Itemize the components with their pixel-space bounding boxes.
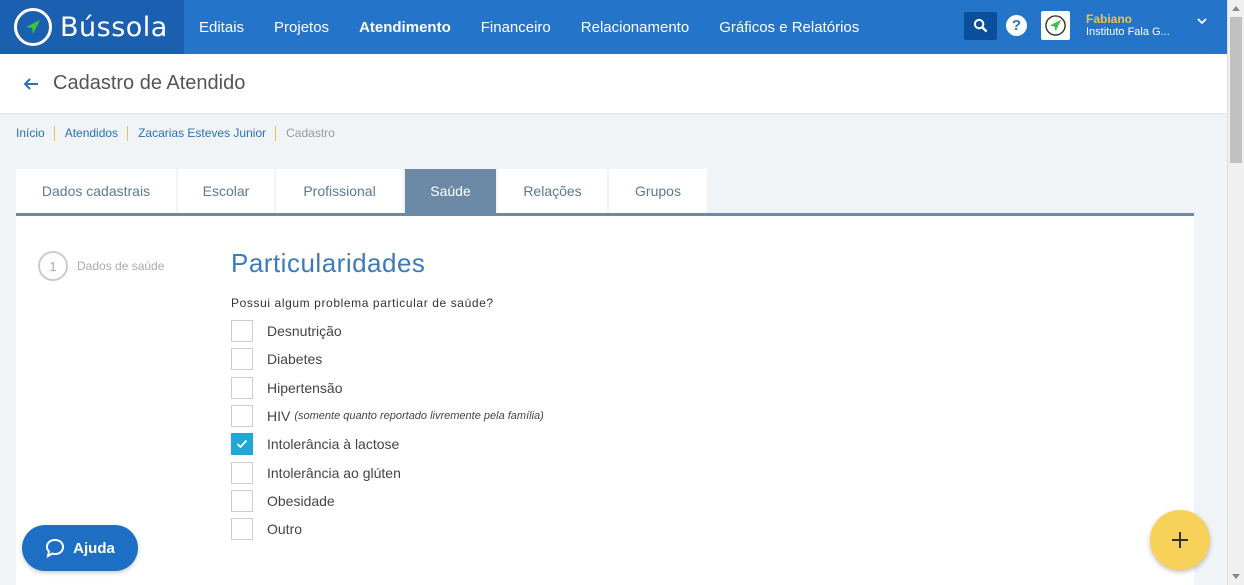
breadcrumb-current: Cadastro	[286, 126, 335, 140]
option-label: Diabetes	[267, 351, 323, 368]
checkbox[interactable]	[231, 489, 253, 512]
tab-saude[interactable]: Saúde	[405, 169, 496, 213]
checkbox[interactable]	[231, 518, 253, 541]
step-indicator[interactable]: 1 Dados de saúde	[38, 251, 164, 281]
content-panel: 1 Dados de saúde Particularidades Possui…	[16, 213, 1194, 585]
checkbox[interactable]	[231, 320, 253, 343]
option-hiv[interactable]: HIV (somente quanto reportado livremente…	[231, 402, 544, 430]
nav-right-group: ? Fabiano Instituto Fala G...	[964, 11, 1207, 40]
option-desnutricao[interactable]: Desnutrição	[231, 317, 544, 345]
checkmark-icon	[236, 440, 248, 449]
checkbox[interactable]	[231, 376, 253, 399]
breadcrumb-atendidos[interactable]: Atendidos	[65, 126, 129, 141]
tab-bar: Dados cadastrais Escolar Profissional Sa…	[16, 169, 709, 213]
chevron-down-icon[interactable]	[1197, 17, 1207, 25]
user-name: Fabiano	[1086, 11, 1133, 26]
search-icon	[973, 18, 988, 33]
option-hipertensao[interactable]: Hipertensão	[231, 374, 544, 402]
nav-item-relacionamento[interactable]: Relacionamento	[566, 0, 704, 54]
checkbox[interactable]	[231, 348, 253, 371]
option-label: Intolerância à lactose	[267, 436, 400, 453]
app-name: Bússola	[60, 11, 168, 43]
help-chat-label: Ajuda	[73, 539, 115, 557]
user-menu[interactable]: Fabiano Instituto Fala G...	[1086, 11, 1170, 39]
compass-icon	[14, 8, 52, 46]
checkbox-checked[interactable]	[231, 433, 253, 456]
nav-item-financeiro[interactable]: Financeiro	[466, 0, 566, 54]
option-label: Outro	[267, 521, 303, 538]
step-number: 1	[38, 251, 68, 281]
option-label: Intolerância ao glúten	[267, 464, 401, 481]
main-nav: Editais Projetos Atendimento Financeiro …	[184, 0, 874, 54]
app-logo[interactable]: Bússola	[0, 0, 184, 54]
avatar[interactable]	[1041, 11, 1070, 40]
vertical-scrollbar[interactable]	[1227, 0, 1244, 585]
option-intolerancia-lactose[interactable]: Intolerância à lactose	[231, 430, 544, 458]
option-note: (somente quanto reportado livremente pel…	[294, 410, 544, 423]
back-arrow-icon[interactable]	[22, 75, 40, 93]
breadcrumb-inicio[interactable]: Início	[16, 126, 55, 141]
step-label: Dados de saúde	[77, 259, 165, 273]
tab-relacoes[interactable]: Relações	[498, 169, 607, 213]
option-label: Desnutrição	[267, 323, 342, 340]
nav-item-atendimento[interactable]: Atendimento	[344, 0, 466, 54]
option-label: Obesidade	[267, 492, 335, 509]
option-intolerancia-gluten[interactable]: Intolerância ao glúten	[231, 458, 544, 486]
breadcrumb-atendido[interactable]: Zacarias Esteves Junior	[138, 126, 277, 141]
scroll-thumb[interactable]	[1230, 17, 1242, 163]
help-icon[interactable]: ?	[1006, 15, 1027, 36]
section-title: Particularidades	[231, 248, 426, 278]
health-options-list: Desnutrição Diabetes Hipertensão HIV (so…	[231, 317, 544, 543]
page-header: Cadastro de Atendido	[0, 54, 1227, 114]
add-button[interactable]	[1150, 510, 1210, 570]
checkbox[interactable]	[231, 461, 253, 484]
plus-icon	[1172, 532, 1188, 548]
option-outro[interactable]: Outro	[231, 515, 544, 543]
page-title: Cadastro de Atendido	[53, 72, 246, 94]
chat-bubble-icon	[46, 538, 65, 558]
top-navbar: Bússola Editais Projetos Atendimento Fin…	[0, 0, 1227, 54]
nav-item-projetos[interactable]: Projetos	[259, 0, 344, 54]
checkbox[interactable]	[231, 405, 253, 428]
breadcrumb: Início Atendidos Zacarias Esteves Junior…	[16, 126, 354, 141]
nav-item-graficos[interactable]: Gráficos e Relatórios	[704, 0, 874, 54]
option-diabetes[interactable]: Diabetes	[231, 345, 544, 373]
tab-escolar[interactable]: Escolar	[178, 169, 274, 213]
scroll-down-arrow-icon[interactable]	[1228, 568, 1244, 585]
tab-dados-cadastrais[interactable]: Dados cadastrais	[16, 169, 176, 213]
scroll-up-arrow-icon[interactable]	[1228, 0, 1244, 17]
help-chat-button[interactable]: Ajuda	[22, 525, 138, 571]
option-obesidade[interactable]: Obesidade	[231, 487, 544, 515]
tab-grupos[interactable]: Grupos	[609, 169, 707, 213]
option-label: Hipertensão	[267, 379, 343, 396]
question-label: Possui algum problema particular de saúd…	[231, 296, 494, 310]
nav-item-editais[interactable]: Editais	[184, 0, 259, 54]
search-button[interactable]	[964, 11, 997, 40]
tab-profissional[interactable]: Profissional	[276, 169, 403, 213]
user-org: Instituto Fala G...	[1086, 25, 1170, 38]
option-label: HIV	[267, 408, 291, 425]
org-logo-icon	[1045, 15, 1066, 36]
